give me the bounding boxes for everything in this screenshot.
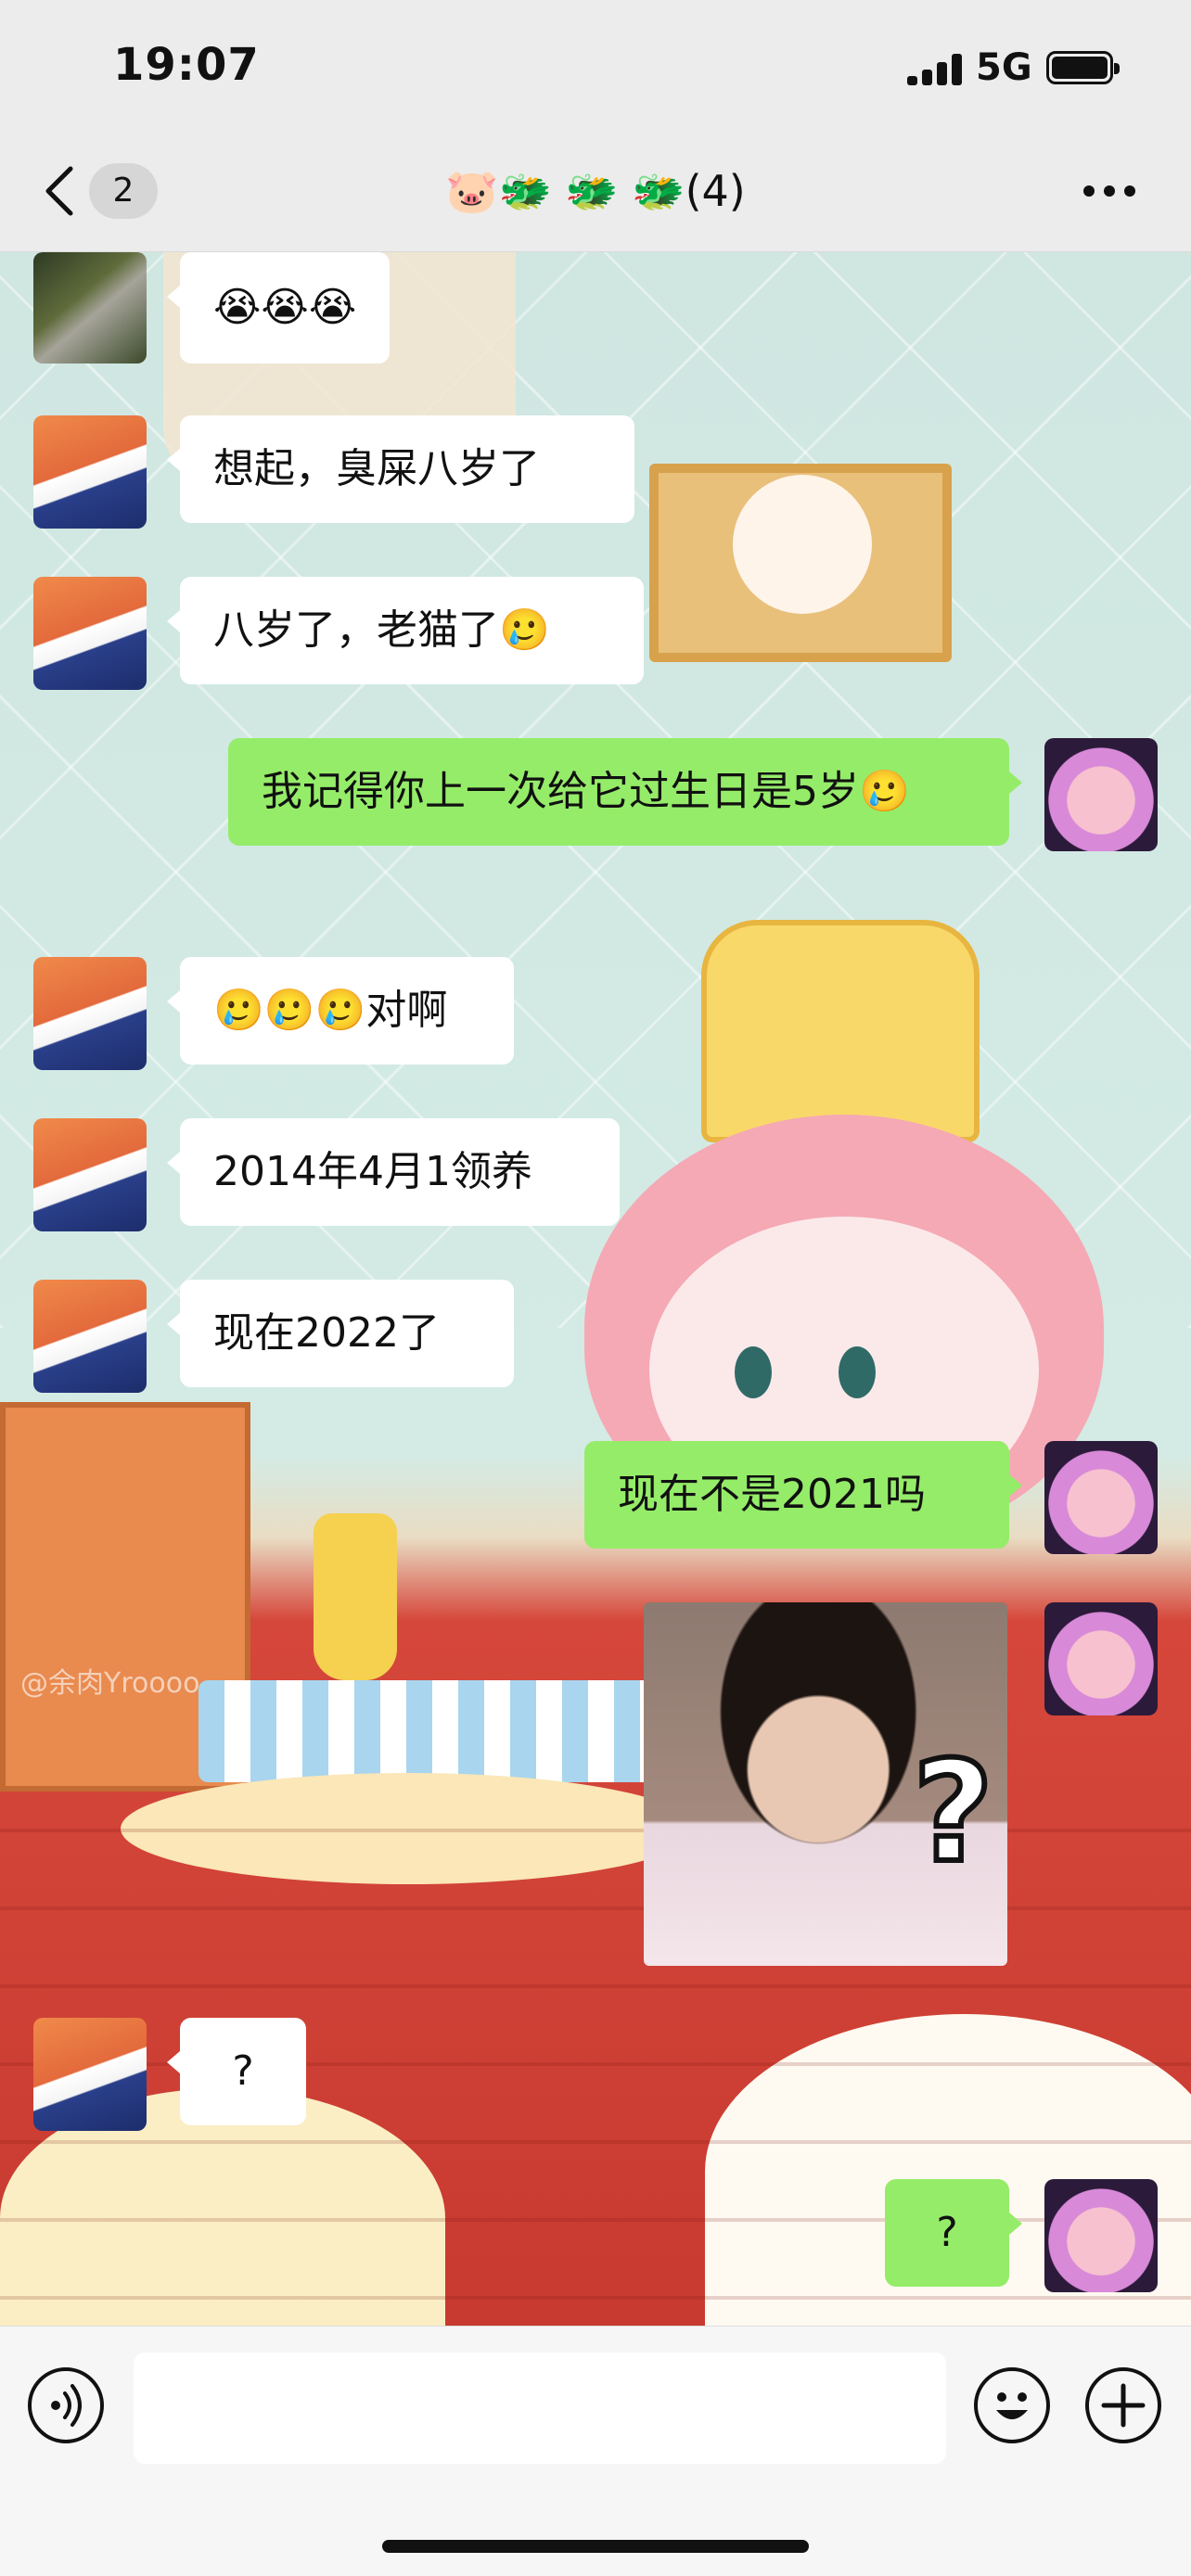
wallpaper-bunny-eye xyxy=(735,1346,772,1398)
voice-icon[interactable] xyxy=(28,2367,104,2443)
battery-icon xyxy=(1046,51,1120,84)
message-bubble[interactable]: 现在2022了 xyxy=(167,1280,514,1387)
status-time: 19:07 xyxy=(113,39,260,91)
message-input[interactable] xyxy=(134,2353,946,2464)
question-mark-text: ? xyxy=(910,1729,996,1896)
message-bubble[interactable]: 想起，臭屎八岁了 xyxy=(167,415,634,523)
avatar[interactable] xyxy=(33,1118,147,1231)
status-bar: 19:07 5G xyxy=(0,0,1191,130)
avatar[interactable] xyxy=(1044,1602,1158,1715)
message-bubble[interactable]: 2014年4月1领养 xyxy=(167,1118,620,1226)
wallpaper-vase xyxy=(314,1513,397,1680)
avatar[interactable] xyxy=(33,252,147,363)
wallpaper-bunny-eye xyxy=(839,1346,876,1398)
wallpaper-sheep xyxy=(733,475,872,614)
network-label: 5G xyxy=(976,46,1032,89)
message-bubble[interactable]: 八岁了，老猫了🥲 xyxy=(167,577,644,684)
avatar[interactable] xyxy=(33,1280,147,1393)
avatar[interactable] xyxy=(33,415,147,529)
chat-header: 2 🐷🐲 🐲 🐲(4) xyxy=(0,130,1191,252)
smiley-face xyxy=(996,2392,1028,2419)
plus-sign xyxy=(1101,2383,1146,2428)
wallpaper-bunny-hat xyxy=(701,920,980,1142)
avatar[interactable] xyxy=(33,577,147,690)
input-bar xyxy=(0,2326,1191,2576)
voice-waves xyxy=(51,2384,82,2427)
wallpaper-watermark: @余肉Yroooo xyxy=(20,1667,200,1700)
avatar[interactable] xyxy=(1044,1441,1158,1554)
avatar[interactable] xyxy=(1044,738,1158,851)
message-bubble[interactable]: 😭😭😭 xyxy=(166,252,391,363)
wallpaper-floor xyxy=(0,1754,1191,2326)
chat-title: 🐷🐲 🐲 🐲(4) xyxy=(445,166,746,216)
surprised-woman-question-sticker[interactable]: ? xyxy=(644,1602,1007,1966)
signal-icon xyxy=(907,54,963,85)
message-bubble[interactable]: ? xyxy=(167,2018,306,2125)
avatar[interactable] xyxy=(33,2018,147,2131)
message-bubble[interactable]: ? xyxy=(885,2179,1022,2287)
message-bubble[interactable]: 现在不是2021吗 xyxy=(584,1441,1022,1549)
plus-icon[interactable] xyxy=(1085,2367,1161,2443)
emoji-icon[interactable] xyxy=(974,2367,1050,2443)
avatar[interactable] xyxy=(1044,2179,1158,2292)
avatar[interactable] xyxy=(33,957,147,1070)
message-bubble[interactable]: 我记得你上一次给它过生日是5岁🥲 xyxy=(228,738,1022,846)
message-bubble[interactable]: 🥲🥲🥲对啊 xyxy=(167,957,514,1065)
more-dots-icon[interactable] xyxy=(1083,185,1139,198)
home-indicator[interactable] xyxy=(382,2540,809,2553)
chat-area[interactable]: @余肉Yroooo 😭😭😭 想起，臭屎八岁了 八岁了，老猫了🥲 我记得你上一次给… xyxy=(0,252,1191,2326)
